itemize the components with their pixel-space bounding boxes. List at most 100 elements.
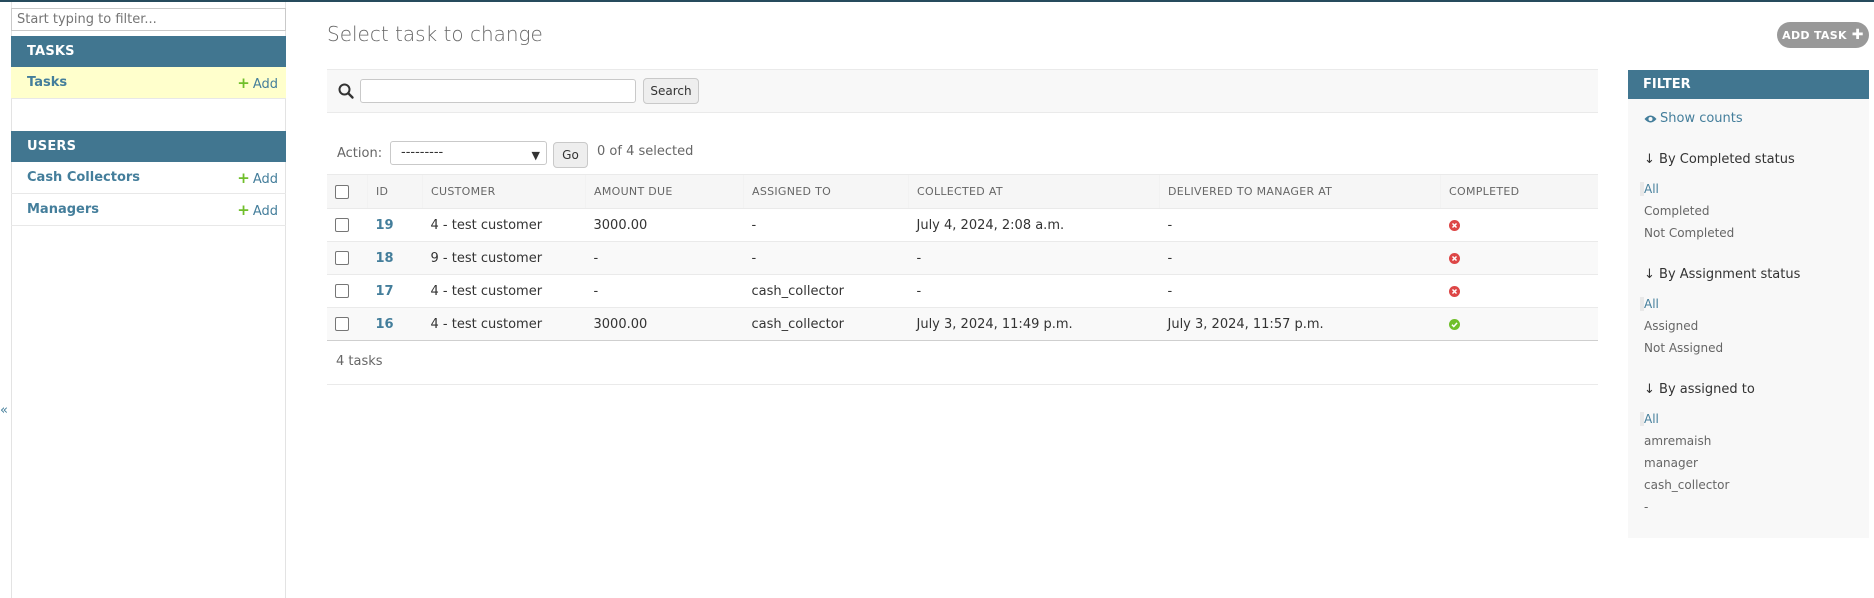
row-checkbox[interactable] <box>335 284 349 298</box>
search-toolbar: Search <box>327 69 1598 113</box>
sidebar-item-cash-collectors[interactable]: Cash Collectors + Add <box>11 162 286 194</box>
search-button[interactable]: Search <box>643 78 699 104</box>
go-button[interactable]: Go <box>553 142 588 168</box>
row-checkbox[interactable] <box>335 218 349 232</box>
filter-option-completed[interactable]: Completed <box>1644 204 1709 218</box>
id-cell: 17 <box>367 274 423 308</box>
column-header-customer[interactable]: CUSTOMER <box>422 174 586 209</box>
filter-option-not-assigned[interactable]: Not Assigned <box>1644 341 1723 355</box>
action-label: Action: <box>337 146 383 161</box>
collected-at-cell: - <box>908 241 1160 275</box>
completed-cell <box>1440 241 1598 275</box>
assigned-to-cell: - <box>743 241 909 275</box>
amount-due-cell: - <box>585 241 744 275</box>
task-link[interactable]: 18 <box>376 251 394 266</box>
sidebar-item-tasks[interactable]: Tasks + Add <box>11 67 286 99</box>
filter-option-completed-all[interactable]: All <box>1640 182 1659 196</box>
assigned-to-cell: cash_collector <box>743 274 909 308</box>
customer-cell: 4 - test customer <box>422 208 586 242</box>
show-counts-link[interactable]: Show counts <box>1644 111 1743 126</box>
status-no-icon <box>1448 285 1460 297</box>
collected-at-cell: July 3, 2024, 11:49 p.m. <box>908 307 1160 341</box>
filter-option-amremaish[interactable]: amremaish <box>1644 434 1711 448</box>
filter-option-none[interactable]: - <box>1644 500 1648 514</box>
results-table: ID CUSTOMER AMOUNT DUE ASSIGNED TO COLLE… <box>327 174 1598 341</box>
module-caption-tasks[interactable]: TASKS <box>11 36 286 67</box>
add-task-link[interactable]: + Add <box>237 67 278 98</box>
add-task-button[interactable]: ADD TASK ✚ <box>1777 22 1869 48</box>
table-header-row: ID CUSTOMER AMOUNT DUE ASSIGNED TO COLLE… <box>327 174 1598 209</box>
column-header-amount-due[interactable]: AMOUNT DUE <box>585 174 744 209</box>
column-header-assigned-to[interactable]: ASSIGNED TO <box>743 174 909 209</box>
nav-filter-input[interactable] <box>11 8 286 31</box>
filter-option-assignment-all[interactable]: All <box>1640 297 1659 311</box>
id-cell: 16 <box>367 307 423 341</box>
add-label: Add <box>252 204 278 219</box>
search-icon <box>338 83 354 99</box>
filter-option-cash-collector[interactable]: cash_collector <box>1644 478 1729 492</box>
table-row: 17 4 - test customer - cash_collector - … <box>327 274 1598 308</box>
page-title: Select task to change <box>327 22 543 46</box>
select-all-checkbox[interactable] <box>335 184 349 199</box>
table-row: 16 4 - test customer 3000.00 cash_collec… <box>327 307 1598 341</box>
status-yes-icon <box>1448 318 1460 330</box>
row-select-cell <box>327 274 368 308</box>
action-select-value: --------- <box>401 145 444 160</box>
task-link[interactable]: 19 <box>376 218 394 233</box>
sidebar-link-managers[interactable]: Managers <box>27 194 99 225</box>
action-select[interactable]: --------- ▼ <box>390 141 547 165</box>
show-counts-label: Show counts <box>1660 111 1743 126</box>
table-row: 18 9 - test customer - - - - <box>327 241 1598 275</box>
collected-at-cell: - <box>908 274 1160 308</box>
filter-option-manager[interactable]: manager <box>1644 456 1698 470</box>
selected-count: 0 of 4 selected <box>597 144 694 159</box>
changelist-filter: FILTER Show counts ↓ By Completed status… <box>1628 70 1869 538</box>
filter-group-assigned-to-title: ↓ By assigned to <box>1644 382 1755 397</box>
delivered-at-cell: July 3, 2024, 11:57 p.m. <box>1159 307 1441 341</box>
column-header-collected-at[interactable]: COLLECTED AT <box>908 174 1160 209</box>
row-checkbox[interactable] <box>335 317 349 331</box>
add-manager-link[interactable]: + Add <box>237 194 278 225</box>
sidebar-collapse-toggle[interactable]: « <box>0 403 8 418</box>
sidebar-item-managers[interactable]: Managers + Add <box>11 194 286 226</box>
plus-icon: + <box>237 74 250 92</box>
filter-group-assignment-title: ↓ By Assignment status <box>1644 267 1801 282</box>
sidebar-link-cash-collectors[interactable]: Cash Collectors <box>27 162 140 193</box>
module-caption-users[interactable]: USERS <box>11 131 286 162</box>
sidebar-link-tasks[interactable]: Tasks <box>27 67 67 98</box>
select-all-header <box>327 174 368 209</box>
paginator: 4 tasks <box>327 347 1598 385</box>
column-header-id[interactable]: ID <box>367 174 423 209</box>
add-label: Add <box>252 77 278 92</box>
id-cell: 18 <box>367 241 423 275</box>
search-input[interactable] <box>360 79 636 103</box>
collected-at-cell: July 4, 2024, 2:08 a.m. <box>908 208 1160 242</box>
add-task-label: ADD TASK <box>1782 29 1847 42</box>
plus-icon: ✚ <box>1851 27 1864 43</box>
filter-group-completed-title: ↓ By Completed status <box>1644 152 1795 167</box>
completed-cell <box>1440 307 1598 341</box>
assigned-to-cell: - <box>743 208 909 242</box>
customer-cell: 4 - test customer <box>422 274 586 308</box>
module-users: USERS Cash Collectors + Add Managers + Add <box>11 131 286 226</box>
filter-option-assigned-to-all[interactable]: All <box>1640 412 1659 426</box>
row-checkbox[interactable] <box>335 251 349 265</box>
filter-option-not-completed[interactable]: Not Completed <box>1644 226 1734 240</box>
completed-cell <box>1440 274 1598 308</box>
chevron-down-icon: ▼ <box>531 149 540 162</box>
add-cash-collector-link[interactable]: + Add <box>237 162 278 193</box>
column-header-delivered-at[interactable]: DELIVERED TO MANAGER AT <box>1159 174 1441 209</box>
customer-cell: 4 - test customer <box>422 307 586 341</box>
row-select-cell <box>327 208 368 242</box>
task-link[interactable]: 17 <box>376 284 394 299</box>
module-tasks: TASKS Tasks + Add <box>11 36 286 99</box>
delivered-at-cell: - <box>1159 241 1441 275</box>
filter-option-assigned[interactable]: Assigned <box>1644 319 1698 333</box>
plus-icon: + <box>237 201 250 219</box>
column-header-completed[interactable]: COMPLETED <box>1440 174 1598 209</box>
task-link[interactable]: 16 <box>376 317 394 332</box>
actions-bar: Action: --------- ▼ Go 0 of 4 selected <box>327 140 1227 168</box>
add-label: Add <box>252 172 278 187</box>
row-select-cell <box>327 241 368 275</box>
plus-icon: + <box>237 169 250 187</box>
